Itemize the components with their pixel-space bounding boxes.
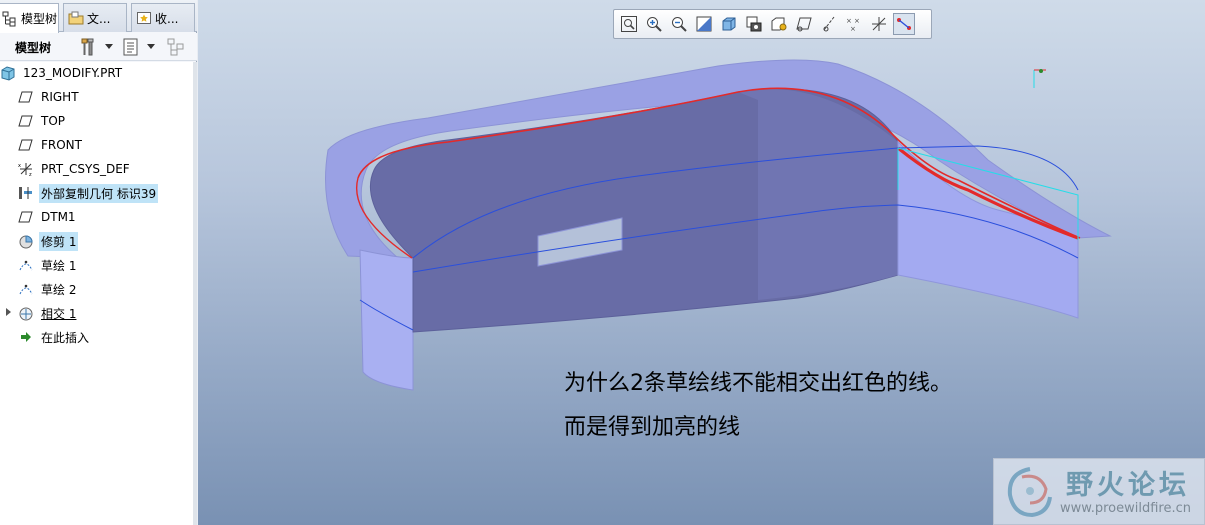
list-icon[interactable] <box>122 38 140 56</box>
model-tree-panel: 模型树 文... 收... 模型树 123_MODIFY.PRT RIGHT T… <box>0 0 197 525</box>
display-style-button[interactable] <box>718 13 740 35</box>
tab-folder-label: 文... <box>87 11 111 26</box>
datum-axes-button[interactable] <box>818 13 840 35</box>
tree-item-copy-geometry[interactable]: 外部复制几何 标识39 <box>18 183 159 203</box>
sketch-icon <box>19 260 33 271</box>
svg-text:×: × <box>854 17 860 25</box>
part-icon <box>1 66 15 81</box>
question-text: 为什么2条草绘线不能相交出红色的线。 而是得到加亮的线 <box>564 362 952 450</box>
tree-item-label: RIGHT <box>41 90 79 104</box>
tab-favorites[interactable]: 收... <box>131 3 195 32</box>
csys-marker <box>1033 69 1046 88</box>
tree-item-top[interactable]: TOP <box>18 111 67 131</box>
tree-item-intersect-1[interactable]: 相交 1 <box>18 303 78 323</box>
datum-plane-icon <box>18 115 33 127</box>
tree-item-label: TOP <box>41 114 66 128</box>
favorites-icon <box>137 12 151 24</box>
tab-model-tree[interactable]: 模型树 <box>0 3 59 33</box>
annotations-button[interactable] <box>893 13 915 35</box>
forum-watermark: 野火论坛 www.proewildfire.cn <box>993 458 1205 525</box>
tree-item-insert-here[interactable]: 在此插入 <box>18 327 91 347</box>
insert-arrow-icon <box>21 332 31 342</box>
tree-toolbar: 模型树 <box>0 33 197 61</box>
tree-root-label: 123_MODIFY.PRT <box>23 66 123 80</box>
tree-item-sketch-1[interactable]: 草绘 1 <box>18 255 78 275</box>
datum-plane-icon <box>18 139 33 151</box>
repaint-icon <box>696 16 712 32</box>
show-dropdown-arrow[interactable] <box>147 44 155 49</box>
tree-item-label: 草绘 1 <box>41 258 77 273</box>
tree-item-label: DTM1 <box>41 210 76 224</box>
watermark-forum-name: 野火论坛 <box>1066 470 1190 501</box>
tree-item-label: 在此插入 <box>41 330 90 345</box>
datum-plane-icon <box>18 91 33 103</box>
repaint-button[interactable] <box>693 13 715 35</box>
model-tree: 123_MODIFY.PRT RIGHT TOP FRONT x z PRT_C… <box>0 62 193 525</box>
tree-item-csys[interactable]: x z PRT_CSYS_DEF <box>18 159 132 179</box>
tools-dropdown-arrow[interactable] <box>105 44 113 49</box>
datum-plane-icon <box>18 211 33 223</box>
tree-item-label: PRT_CSYS_DEF <box>41 162 130 176</box>
tree-expand-arrow[interactable] <box>6 308 11 316</box>
sketch-icon <box>19 284 33 295</box>
saved-views-button[interactable] <box>743 13 765 35</box>
tree-item-label: FRONT <box>41 138 82 152</box>
graphics-viewport[interactable]: × × × 为什么2条草绘线不能相交出红色的线。 而是得到加亮的线 野火论坛 www… <box>198 0 1205 525</box>
tree-item-label: 相交 1 <box>41 306 77 321</box>
tab-folder-browser[interactable]: 文... <box>63 3 127 32</box>
tab-model-tree-label: 模型树 <box>21 12 58 26</box>
navigator-tab-strip: 模型树 文... 收... <box>0 0 197 33</box>
csys-toggle-icon <box>872 17 886 31</box>
svg-text:×: × <box>850 25 856 33</box>
left-wall-surface <box>359 249 414 391</box>
tree-toolbar-title: 模型树 <box>15 41 52 55</box>
view-manager-button[interactable] <box>768 13 790 35</box>
zoom-fit-icon <box>621 16 637 32</box>
tree-scrollbar[interactable] <box>193 62 197 525</box>
tree-item-dtm1[interactable]: DTM1 <box>18 207 78 227</box>
datum-planes-button[interactable] <box>793 13 815 35</box>
zoom-out-icon <box>672 17 687 32</box>
tools-icon[interactable] <box>80 38 98 56</box>
question-line-1: 为什么2条草绘线不能相交出红色的线。 <box>564 371 952 396</box>
tree-item-right[interactable]: RIGHT <box>18 87 81 107</box>
datum-points-button[interactable]: × × × <box>843 13 865 35</box>
datum-point-toggle-icon: × ×× <box>846 17 860 33</box>
forum-logo-icon <box>1007 467 1052 518</box>
intersect-icon <box>19 307 33 321</box>
display-style-icon <box>722 17 736 31</box>
trim-icon <box>19 235 33 249</box>
tree-item-trim-1[interactable]: 修剪 1 <box>18 231 79 251</box>
tree-item-front[interactable]: FRONT <box>18 135 84 155</box>
datum-plane-toggle-icon <box>796 17 812 32</box>
model-tree-icon <box>2 11 16 26</box>
copy-geometry-icon <box>19 187 32 199</box>
view-toolbar: × × × <box>613 9 932 39</box>
annotation-toggle-icon <box>897 18 911 30</box>
tree-item-label: 草绘 2 <box>41 282 77 297</box>
zoom-in-button[interactable] <box>643 13 665 35</box>
datum-axis-toggle-icon <box>823 16 835 32</box>
tree-item-label: 外部复制几何 标识39 <box>39 183 159 203</box>
tree-item-label: 修剪 1 <box>39 231 79 251</box>
zoom-in-icon <box>647 17 662 32</box>
csys-display-button[interactable] <box>868 13 890 35</box>
watermark-url: www.proewildfire.cn <box>1060 501 1191 516</box>
question-line-2: 而是得到加亮的线 <box>564 415 741 440</box>
filter-icon[interactable] <box>167 38 185 56</box>
svg-text:x: x <box>18 163 21 169</box>
saved-views-icon <box>746 16 762 32</box>
svg-text:×: × <box>846 17 852 25</box>
zoom-out-button[interactable] <box>668 13 690 35</box>
csys-icon: x z <box>18 163 32 177</box>
svg-text:z: z <box>29 172 32 177</box>
folder-icon <box>68 11 84 25</box>
zoom-fit-button[interactable] <box>618 13 640 35</box>
tree-root-part[interactable]: 123_MODIFY.PRT <box>0 63 124 83</box>
view-manager-icon <box>771 17 787 31</box>
tab-favorites-label: 收... <box>155 11 179 26</box>
tree-item-sketch-2[interactable]: 草绘 2 <box>18 279 78 299</box>
